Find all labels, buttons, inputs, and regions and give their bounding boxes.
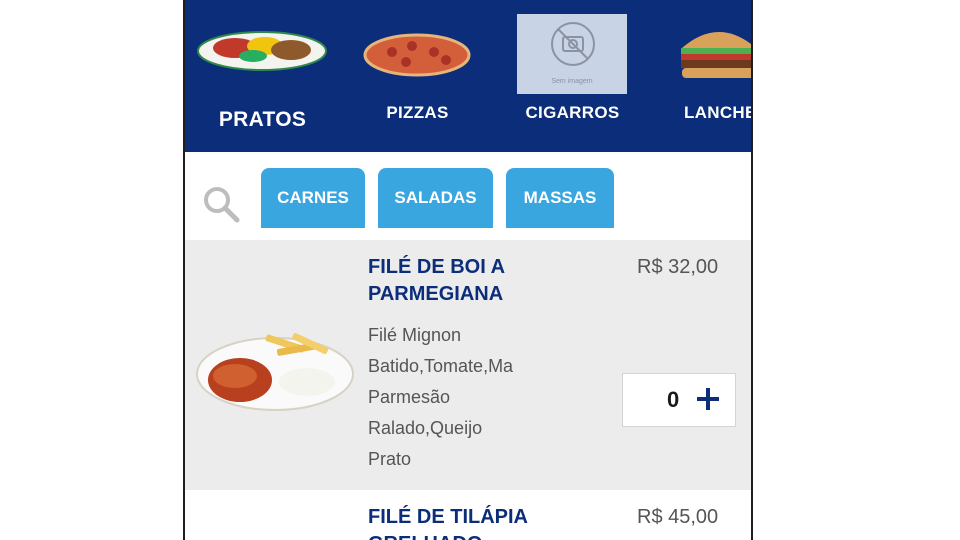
product-card[interactable]: FILÉ DE BOI A PARMEGIANA R$ 32,00 Filé M… <box>185 240 751 490</box>
product-card[interactable]: FILÉ DE TILÁPIA GRELHADO R$ 45,00 <box>185 490 751 540</box>
category-lanches[interactable]: LANCHES <box>650 0 751 152</box>
product-name: FILÉ DE TILÁPIA GRELHADO <box>368 506 528 540</box>
product-description: Filé Mignon Batido,Tomate,Ma Parmesão Ra… <box>368 325 514 469</box>
quantity-stepper[interactable]: 0 <box>622 373 736 427</box>
category-bar: PRATOS PIZZAS Sem imagem CIGARROS LANCH <box>185 0 751 152</box>
burger-image <box>681 32 751 78</box>
product-price: R$ 45,00 <box>637 506 719 528</box>
filter-chip-carnes[interactable]: CARNES <box>261 168 365 228</box>
category-label: CIGARROS <box>525 103 620 122</box>
filter-row: CARNES SALADAS MASSAS <box>185 152 751 240</box>
category-pratos[interactable]: PRATOS <box>185 0 340 152</box>
category-label: PIZZAS <box>386 103 449 122</box>
product-name: FILÉ DE BOI A PARMEGIANA <box>368 256 505 305</box>
no-image-placeholder: Sem imagem <box>517 14 627 94</box>
filter-chip-massas[interactable]: MASSAS <box>506 168 614 228</box>
quantity-value: 0 <box>667 387 680 412</box>
parmigiana-plate-image <box>196 333 354 411</box>
no-camera-icon <box>551 22 595 66</box>
category-pizzas[interactable]: PIZZAS <box>340 0 495 152</box>
search-icon[interactable] <box>201 184 241 224</box>
plus-icon[interactable] <box>693 384 723 414</box>
category-label: LANCHES <box>684 103 751 122</box>
app-screen: PRATOS PIZZAS Sem imagem CIGARROS LANCH … <box>183 0 753 540</box>
placeholder-text: Sem imagem <box>551 78 593 85</box>
plate-food-image <box>197 31 327 71</box>
category-label: PRATOS <box>218 108 307 131</box>
filter-chip-saladas[interactable]: SALADAS <box>378 168 493 228</box>
category-cigarros[interactable]: Sem imagem CIGARROS <box>495 0 650 152</box>
pizza-image <box>363 33 471 77</box>
product-price: R$ 32,00 <box>637 256 719 278</box>
